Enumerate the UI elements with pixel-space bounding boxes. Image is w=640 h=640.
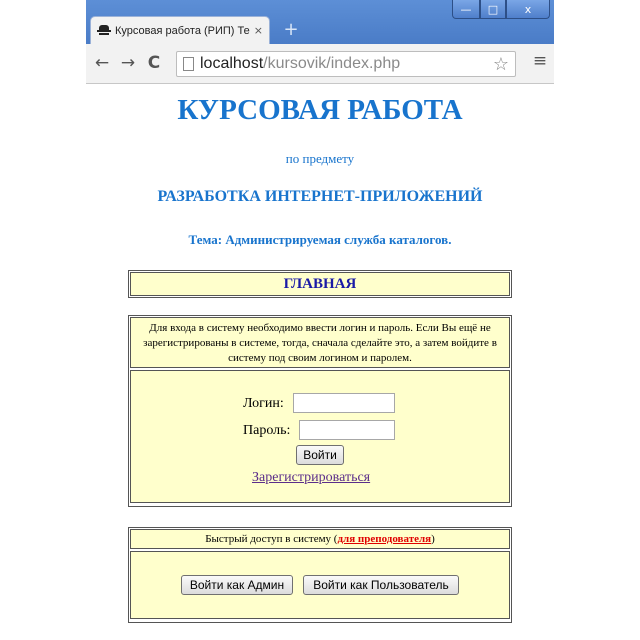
teacher-link[interactable]: для преподователя [337,533,431,545]
home-link[interactable]: ГЛАВНАЯ [284,276,357,293]
forward-arrow-icon[interactable]: → [118,53,138,73]
login-as-user-button[interactable]: Войти как Пользователь [303,575,459,595]
tab-close-icon[interactable]: × [254,24,263,37]
topic-heading: Тема: Администрируемая служба каталогов. [188,232,452,247]
login-form: Логин: Пароль: Войти Зарегистрироваться [130,370,510,503]
register-link[interactable]: Зарегистрироваться [252,470,370,486]
login-as-admin-button[interactable]: Войти как Админ [181,575,293,595]
password-label: Пароль: [243,423,291,438]
nav-cell: ГЛАВНАЯ [130,272,510,296]
page-icon [183,57,194,71]
login-label: Логин: [243,396,284,411]
tab-title: Курсовая работа (РИП) Тема [115,24,250,37]
address-bar[interactable]: localhost/kursovik/index.php ☆ [176,51,516,77]
page-subtitle: по предмету [285,151,355,166]
password-input[interactable] [299,420,395,440]
browser-window: Курсовая работа (РИП) Тема × + — □ x ← →… [86,0,554,640]
page-content: КУРСОВАЯ РАБОТА по предмету РАЗРАБОТКА И… [86,84,554,640]
login-info-text: Для входа в систему необходимо ввести ло… [130,317,510,368]
quick-access-body: Войти как Админ Войти как Пользователь [130,551,510,619]
browser-toolbar: ← → C localhost/kursovik/index.php ☆ ≡ [86,44,554,84]
browser-tab[interactable]: Курсовая работа (РИП) Тема × [90,16,270,44]
quick-access-table: Быстрый доступ в систему (для преподоват… [128,527,512,623]
login-submit-button[interactable]: Войти [296,445,344,465]
close-window-button[interactable]: x [506,0,550,19]
new-tab-button[interactable]: + [280,18,302,40]
page-title: КУРСОВАЯ РАБОТА [177,94,463,126]
title-bar: Курсовая работа (РИП) Тема × + — □ x [86,0,554,44]
back-arrow-icon[interactable]: ← [92,53,112,73]
quick-access-header: Быстрый доступ в систему (для преподоват… [130,529,510,549]
incognito-icon [97,24,111,37]
reload-icon[interactable]: C [144,53,164,73]
window-controls: — □ x [452,0,550,19]
bookmark-star-icon[interactable]: ☆ [493,54,509,75]
login-table: Для входа в систему необходимо ввести ло… [128,315,512,507]
menu-icon[interactable]: ≡ [532,51,548,71]
maximize-button[interactable]: □ [480,0,506,19]
nav-table: ГЛАВНАЯ [128,270,512,298]
login-input[interactable] [293,393,395,413]
subject-heading: РАЗРАБОТКА ИНТЕРНЕТ-ПРИЛОЖЕНИЙ [157,188,483,205]
minimize-button[interactable]: — [452,0,480,19]
url-text: localhost/kursovik/index.php [200,55,401,72]
